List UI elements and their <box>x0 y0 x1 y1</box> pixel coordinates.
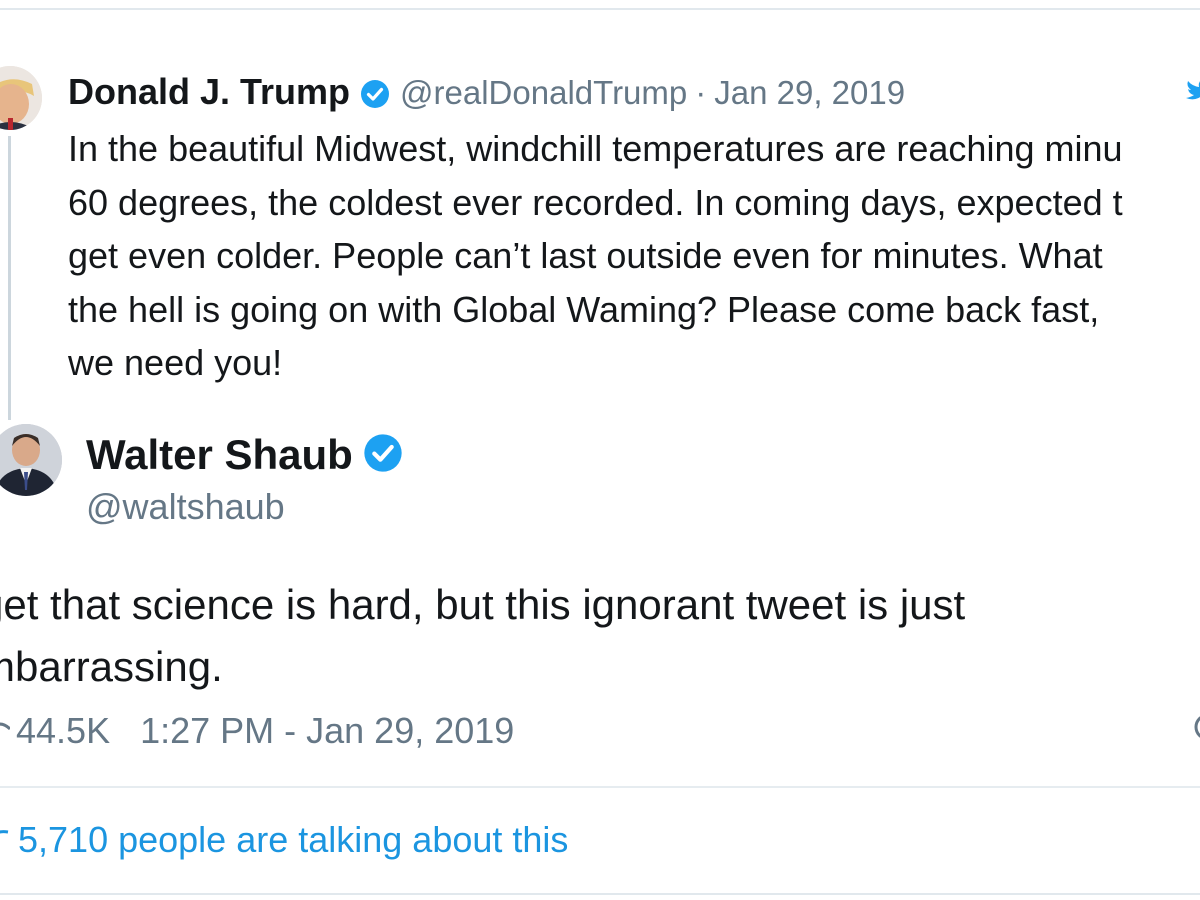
twitter-bird-icon[interactable] <box>1184 76 1200 106</box>
thread-connector-line <box>8 136 11 420</box>
quoted-text-line: the hell is going on with Global Waming?… <box>68 288 1100 330</box>
avatar-shaub[interactable] <box>0 424 62 496</box>
quoted-text-line: we need you! <box>68 342 283 383</box>
author-name[interactable]: Walter Shaub <box>86 431 353 478</box>
tweet-text: get that science is hard, but this ignor… <box>0 574 1080 698</box>
verified-badge-icon <box>360 75 390 119</box>
quoted-text-line: get even colder. People can’t last outsi… <box>68 235 1103 276</box>
quoted-text-line: In the beautiful Midwest, windchill temp… <box>68 128 1123 169</box>
quoted-tweet-text: In the beautiful Midwest, windchill temp… <box>68 122 1200 390</box>
like-count[interactable]: 44.5K <box>16 710 110 751</box>
meta-separator: · <box>695 74 707 111</box>
tweet-footer: 44.5K 1:27 PM - Jan 29, 2019 <box>0 706 514 756</box>
quoted-tweet-date[interactable]: Jan 29, 2019 <box>714 74 905 111</box>
tweet-text-line: get that science is hard, but this ignor… <box>0 581 966 628</box>
quoted-text-line: 60 degrees, the coldest ever recorded. I… <box>68 181 1123 223</box>
talking-about-link[interactable]: 5,710 people are talking about this <box>0 816 568 864</box>
quoted-author-name[interactable]: Donald J. Trump <box>68 71 350 112</box>
tweet-timestamp[interactable]: 1:27 PM - Jan 29, 2019 <box>140 710 514 751</box>
tweet-text-line: mbarrassing. <box>0 643 223 690</box>
author-name-row: Walter Shaub <box>86 428 413 486</box>
talking-count-text: 5,710 people are talking about this <box>18 819 569 860</box>
top-border <box>0 8 1200 10</box>
comment-icon <box>0 819 10 860</box>
heart-icon[interactable] <box>0 710 12 751</box>
footer-divider <box>0 786 1200 788</box>
author-handle[interactable]: @waltshaub <box>86 484 285 530</box>
quoted-tweet-header: Donald J. Trump @realDonaldTrump · Jan 29, … <box>68 70 905 119</box>
quoted-author-handle[interactable]: @realDonaldTrump <box>400 74 687 111</box>
bottom-border <box>0 893 1200 895</box>
avatar-trump[interactable] <box>0 66 42 130</box>
info-icon[interactable] <box>1188 712 1200 742</box>
verified-badge-icon <box>363 432 403 486</box>
